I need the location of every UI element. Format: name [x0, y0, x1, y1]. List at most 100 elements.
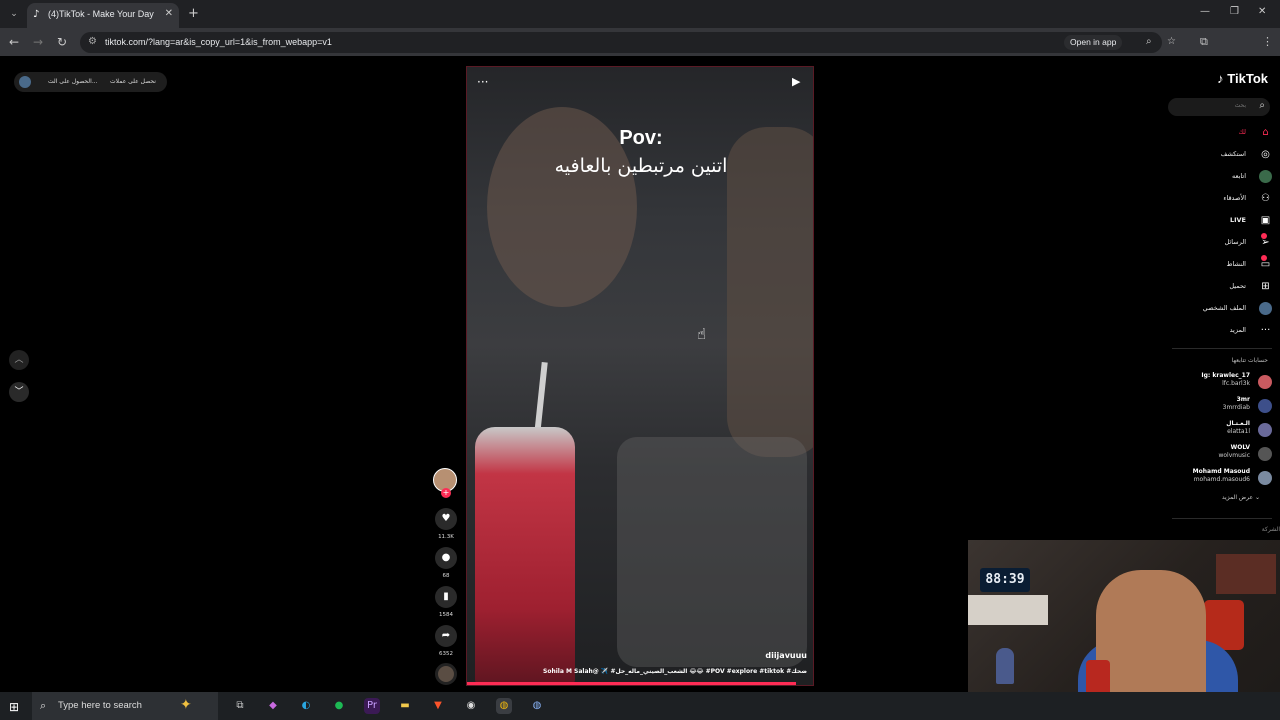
minimize-icon[interactable]: —	[1200, 6, 1210, 17]
get-app-label: الحصول على الت...	[48, 78, 98, 85]
video-progress-bar[interactable]	[467, 682, 796, 685]
edge-browser-icon[interactable]: ◐	[298, 698, 314, 714]
avatar	[1258, 375, 1272, 389]
logo-text: TikTok	[1227, 71, 1268, 86]
nav-label: الرسائل	[1224, 238, 1246, 246]
follow-plus-icon[interactable]: +	[441, 488, 451, 498]
chrome-browser-icon[interactable]: ◍	[496, 698, 512, 714]
nav-explore[interactable]: استكشف ◎	[1162, 148, 1272, 164]
like-heart-icon[interactable]: ♥	[435, 508, 457, 530]
profile-icon	[1259, 302, 1272, 315]
account-handle: 3mrrdiab	[1222, 404, 1250, 411]
nav-more[interactable]: المزيد ···	[1162, 324, 1272, 340]
activity-badge	[1261, 255, 1267, 261]
spotify-icon[interactable]: ●	[331, 698, 347, 714]
nav-label: LIVE	[1229, 216, 1246, 224]
windows-taskbar: ⊞ ⌕ Type here to search ✦ ⧉ ◆ ◐ ● Pr ▬ ▼…	[0, 692, 1280, 720]
url-text: tiktok.com/?lang=ar&is_copy_url=1&is_fro…	[105, 37, 332, 47]
browser-menu-icon[interactable]: ⋮	[1262, 35, 1273, 48]
tiktok-logo[interactable]: ♪ TikTok	[1217, 71, 1268, 86]
sidebar-footer[interactable]: الشركة	[1262, 526, 1280, 533]
site-info-icon[interactable]: ⚙	[88, 36, 97, 47]
account-name: الـعـتـال	[1226, 420, 1250, 427]
account-name: Mohamd Masoud	[1192, 468, 1250, 475]
taskbar-search-placeholder: Type here to search	[58, 700, 142, 711]
brave-browser-icon[interactable]: ▼	[430, 698, 446, 714]
account-name: Ig: krawlec_17	[1201, 372, 1250, 379]
coins-banner[interactable]: الحصول على الت... نحصل على عملات	[14, 72, 167, 92]
nav-live[interactable]: LIVE ▣	[1162, 214, 1272, 230]
video-play-icon[interactable]: ▶	[792, 75, 800, 88]
nav-for-you[interactable]: لك ⌂	[1162, 126, 1272, 142]
music-disc-icon[interactable]	[435, 663, 457, 685]
see-more-label: عرض المزيد	[1221, 494, 1254, 501]
account-handle: wolvmusic	[1218, 452, 1250, 459]
nav-label: المزيد	[1229, 326, 1246, 334]
nav-activity[interactable]: النشاط ▭	[1162, 255, 1272, 274]
compass-icon: ◎	[1261, 149, 1270, 160]
video-description: Sohila M Salah@ ✈️ #الشعب_الصيني_ماله_حل…	[543, 668, 807, 675]
tab-title: (4)TikTok - Make Your Day	[48, 9, 154, 19]
nav-messages[interactable]: الرسائل ➢	[1162, 233, 1272, 252]
extensions-icon[interactable]: ⧉	[1200, 35, 1208, 49]
windows-start-icon[interactable]: ⊞	[9, 700, 19, 714]
followed-account[interactable]: WOLV wolvmusic	[1162, 444, 1272, 466]
comment-count: 68	[442, 573, 450, 579]
more-icon: ···	[1260, 325, 1271, 336]
copilot-app-icon[interactable]: ◆	[265, 698, 281, 714]
tab-search-icon[interactable]: ⌄	[6, 6, 22, 22]
like-count: 11.3K	[438, 534, 454, 540]
upload-icon: ⊞	[1261, 281, 1270, 292]
browser-tab[interactable]: ♪ (4)TikTok - Make Your Day ✕	[27, 3, 179, 28]
taskbar-search-input[interactable]: ⌕ Type here to search ✦	[32, 692, 218, 720]
nav-friends[interactable]: الأصدقاء ⚇	[1162, 192, 1272, 208]
reload-icon[interactable]: ↻	[57, 35, 67, 49]
browser-tab-bar: ⌄ ♪ (4)TikTok - Make Your Day ✕ + — ❐ ✕	[0, 0, 1280, 28]
following-icon	[1259, 170, 1272, 183]
friends-icon: ⚇	[1261, 193, 1270, 204]
followed-account[interactable]: Ig: krawlec_17 lfc.barl3k	[1162, 372, 1272, 394]
bookmark-star-icon[interactable]: ☆	[1167, 36, 1176, 47]
back-icon[interactable]: ←	[9, 35, 19, 49]
chrome-profile-icon[interactable]: ◍	[529, 698, 545, 714]
forward-icon[interactable]: →	[33, 35, 43, 49]
comment-icon[interactable]: ●	[435, 547, 457, 569]
restore-icon[interactable]: ❐	[1230, 6, 1239, 17]
search-icon: ⌕	[40, 699, 47, 712]
live-icon: ▣	[1260, 215, 1271, 226]
bookmark-icon[interactable]: ▮	[435, 586, 457, 608]
video-frame-cup	[475, 427, 575, 685]
see-more-link[interactable]: عرض المزيد ⌄	[1222, 494, 1260, 501]
new-tab-icon[interactable]: +	[188, 6, 199, 21]
task-view-icon[interactable]: ⧉	[232, 698, 248, 714]
search-input[interactable]: بحث ⌕	[1168, 98, 1270, 116]
open-in-app-button[interactable]: Open in app	[1064, 35, 1123, 50]
previous-video-button[interactable]: ︿	[9, 350, 29, 370]
close-window-icon[interactable]: ✕	[1258, 6, 1266, 17]
zoom-icon[interactable]: ⌕	[1146, 36, 1152, 47]
nav-following[interactable]: اتابعه	[1162, 170, 1272, 186]
share-icon[interactable]: ➦	[435, 625, 457, 647]
followed-account[interactable]: الـعـتـال elatta1l	[1162, 420, 1272, 442]
nav-label: تحميل	[1229, 282, 1246, 290]
share-count: 6352	[439, 651, 453, 657]
account-handle: elatta1l	[1227, 428, 1250, 435]
address-bar[interactable]: ⚙ tiktok.com/?lang=ar&is_copy_url=1&is_f…	[80, 32, 1176, 53]
file-explorer-icon[interactable]: ▬	[397, 698, 413, 714]
next-video-button[interactable]: ﹀	[9, 382, 29, 402]
followed-account[interactable]: 3mr 3mrrdiab	[1162, 396, 1272, 418]
save-count: 1584	[439, 612, 453, 618]
premiere-pro-icon[interactable]: Pr	[364, 698, 380, 714]
nav-upload[interactable]: تحميل ⊞	[1162, 280, 1272, 296]
webcam-desk-items	[968, 595, 1048, 625]
copilot-sparkle-icon[interactable]: ✦	[180, 697, 192, 713]
sidebar-divider	[1172, 518, 1272, 519]
search-icon[interactable]: ⌕	[1259, 100, 1265, 111]
video-player[interactable]: ··· ▶ Pov: اتنين مرتبطين بالعافيه ☝ diij…	[466, 66, 814, 686]
tiktok-note-icon: ♪	[1217, 71, 1224, 86]
obs-icon[interactable]: ◉	[463, 698, 479, 714]
nav-profile[interactable]: الملف الشخصي	[1162, 302, 1272, 318]
video-more-icon[interactable]: ···	[477, 75, 488, 89]
followed-account[interactable]: Mohamd Masoud mohamd.masoud6	[1162, 468, 1272, 490]
tab-close-icon[interactable]: ✕	[165, 8, 173, 19]
